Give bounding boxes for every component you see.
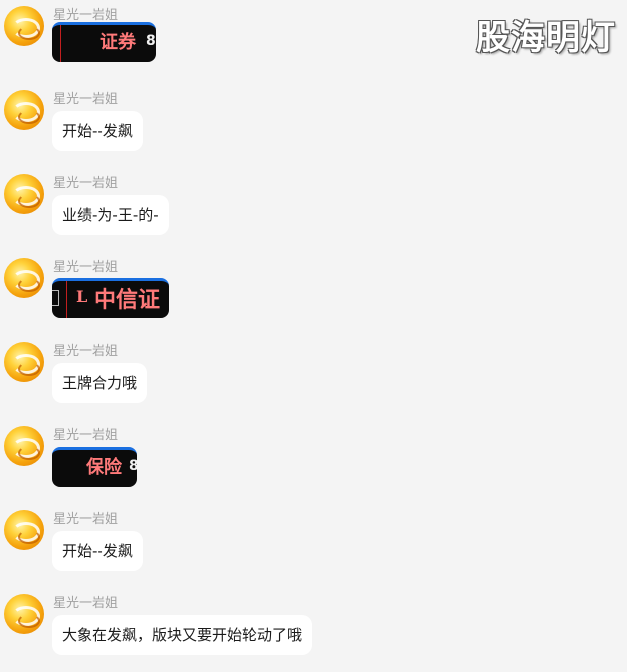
avatar[interactable] xyxy=(4,6,44,46)
avatar[interactable] xyxy=(4,342,44,382)
stock-number-label: 8 xyxy=(146,33,156,49)
sender-name: 星光一岩姐 xyxy=(53,176,119,191)
sender-name: 星光一岩姐 xyxy=(53,596,119,611)
sender-name: 星光一岩姐 xyxy=(53,92,119,107)
chat-message: 星光一岩姐 开始--发飙 xyxy=(0,504,627,588)
avatar[interactable] xyxy=(4,90,44,130)
image-message[interactable]: 保险 8 xyxy=(52,447,137,487)
image-message[interactable]: L 中信证 xyxy=(52,278,169,318)
chart-marker-line xyxy=(60,25,61,62)
sender-name: 星光一岩姐 xyxy=(53,260,119,275)
image-message[interactable]: 证券 8 xyxy=(52,22,156,62)
chat-message: 星光一岩姐 保险 8 xyxy=(0,420,627,504)
chat-message: 星光一岩姐 王牌合力哦 xyxy=(0,336,627,420)
avatar[interactable] xyxy=(4,174,44,214)
chat-message: 星光一岩姐 L 中信证 xyxy=(0,252,627,336)
stock-number-label: 8 xyxy=(129,458,137,474)
chat-message: 星光一岩姐 证券 8 xyxy=(0,0,627,84)
message-bubble[interactable]: 业绩-为-王-的- xyxy=(52,195,169,235)
chart-box-mark xyxy=(52,290,59,306)
chat-message: 星光一岩姐 大象在发飙，版块又要开始轮动了哦 xyxy=(0,588,627,672)
stock-name-label: 中信证 xyxy=(94,287,161,313)
stock-name-label: 证券 xyxy=(100,32,136,53)
stock-name-label: 保险 xyxy=(86,457,122,478)
avatar[interactable] xyxy=(4,258,44,298)
chat-message: 星光一岩姐 业绩-为-王-的- xyxy=(0,168,627,252)
sender-name: 星光一岩姐 xyxy=(53,8,119,23)
message-bubble[interactable]: 王牌合力哦 xyxy=(52,363,148,403)
sender-name: 星光一岩姐 xyxy=(53,344,119,359)
chart-marker-line xyxy=(66,281,67,318)
avatar[interactable] xyxy=(4,594,44,634)
message-bubble[interactable]: 开始--发飙 xyxy=(52,111,143,151)
stock-prefix-label: L xyxy=(76,287,88,306)
sender-name: 星光一岩姐 xyxy=(53,512,119,527)
avatar[interactable] xyxy=(4,510,44,550)
avatar[interactable] xyxy=(4,426,44,466)
chat-message: 星光一岩姐 开始--发飙 xyxy=(0,84,627,168)
message-bubble[interactable]: 开始--发飙 xyxy=(52,531,143,571)
sender-name: 星光一岩姐 xyxy=(53,428,119,443)
message-bubble[interactable]: 大象在发飙，版块又要开始轮动了哦 xyxy=(52,615,313,655)
